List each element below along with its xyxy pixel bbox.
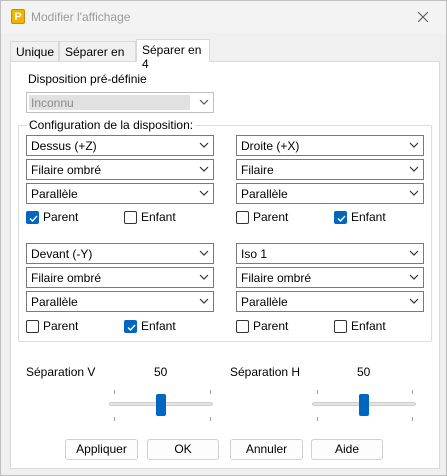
chevron-down-icon — [409, 250, 419, 256]
view-combo-1[interactable]: Dessus (+Z) — [26, 135, 214, 156]
preset-value: Inconnu — [31, 96, 74, 110]
chevron-down-icon — [409, 298, 419, 304]
checkbox-unchecked-icon — [236, 319, 249, 333]
checkbox-checked-icon — [124, 319, 137, 333]
apply-button[interactable]: Appliquer — [65, 439, 138, 460]
separation-h-value: 50 — [357, 365, 371, 379]
chevron-down-icon — [409, 166, 419, 172]
close-button[interactable] — [400, 1, 446, 33]
chevron-down-icon — [409, 142, 419, 148]
view-combo-4[interactable]: Iso 1 — [236, 243, 424, 264]
preset-label: Disposition pré-définie — [28, 72, 147, 86]
checkbox-unchecked-icon — [124, 210, 137, 224]
chevron-down-icon — [199, 142, 209, 148]
separation-h-thumb[interactable] — [359, 394, 369, 416]
window-title: Modifier l'affichage — [31, 10, 131, 24]
title-bar: P Modifier l'affichage — [1, 1, 446, 33]
display-combo-1[interactable]: Filaire ombré — [26, 159, 214, 180]
checkbox-unchecked-icon — [236, 210, 249, 224]
checkbox-unchecked-icon — [26, 319, 39, 333]
chevron-down-icon — [199, 99, 209, 105]
chevron-down-icon — [199, 274, 209, 280]
preset-combo[interactable]: Inconnu — [26, 92, 214, 113]
enfant-checkbox-1[interactable]: Enfant — [124, 210, 176, 224]
enfant-checkbox-4[interactable]: Enfant — [334, 319, 386, 333]
checkbox-unchecked-icon — [334, 319, 347, 333]
dialog-window: P Modifier l'affichage Unique Séparer en… — [0, 0, 447, 476]
chevron-down-icon — [199, 250, 209, 256]
cancel-button[interactable]: Annuler — [230, 439, 303, 460]
enfant-checkbox-3[interactable]: Enfant — [124, 319, 176, 333]
close-icon — [417, 11, 429, 23]
tab-separer-en-2[interactable]: Séparer en 2 — [59, 41, 136, 73]
ok-button[interactable]: OK — [147, 439, 219, 460]
display-combo-2[interactable]: Filaire — [236, 159, 424, 180]
chevron-down-icon — [199, 166, 209, 172]
parent-checkbox-4[interactable]: Parent — [236, 319, 288, 333]
layout-group-title: Configuration de la disposition: — [27, 118, 196, 132]
separation-h-label: Séparation H — [230, 365, 301, 379]
projection-combo-4[interactable]: Parallèle — [236, 291, 424, 312]
app-icon: P — [11, 9, 25, 24]
chevron-down-icon — [199, 190, 209, 196]
tab-separer-en-4[interactable]: Séparer en 4 — [136, 39, 210, 71]
tab-unique[interactable]: Unique — [10, 41, 59, 61]
view-combo-3[interactable]: Devant (-Y) — [26, 243, 214, 264]
display-combo-3[interactable]: Filaire ombré — [26, 267, 214, 288]
checkbox-checked-icon — [26, 210, 39, 224]
parent-checkbox-2[interactable]: Parent — [236, 210, 288, 224]
checkbox-checked-icon — [334, 210, 347, 224]
separation-v-thumb[interactable] — [156, 394, 166, 416]
projection-combo-3[interactable]: Parallèle — [26, 291, 214, 312]
help-button[interactable]: Aide — [311, 439, 383, 460]
separation-v-value: 50 — [154, 365, 168, 379]
chevron-down-icon — [409, 190, 419, 196]
projection-combo-1[interactable]: Parallèle — [26, 183, 214, 204]
parent-checkbox-3[interactable]: Parent — [26, 319, 78, 333]
enfant-checkbox-2[interactable]: Enfant — [334, 210, 386, 224]
projection-combo-2[interactable]: Parallèle — [236, 183, 424, 204]
chevron-down-icon — [199, 298, 209, 304]
display-combo-4[interactable]: Filaire ombré — [236, 267, 424, 288]
chevron-down-icon — [409, 274, 419, 280]
separation-v-label: Séparation V — [26, 365, 96, 379]
parent-checkbox-1[interactable]: Parent — [26, 210, 78, 224]
view-combo-2[interactable]: Droite (+X) — [236, 135, 424, 156]
